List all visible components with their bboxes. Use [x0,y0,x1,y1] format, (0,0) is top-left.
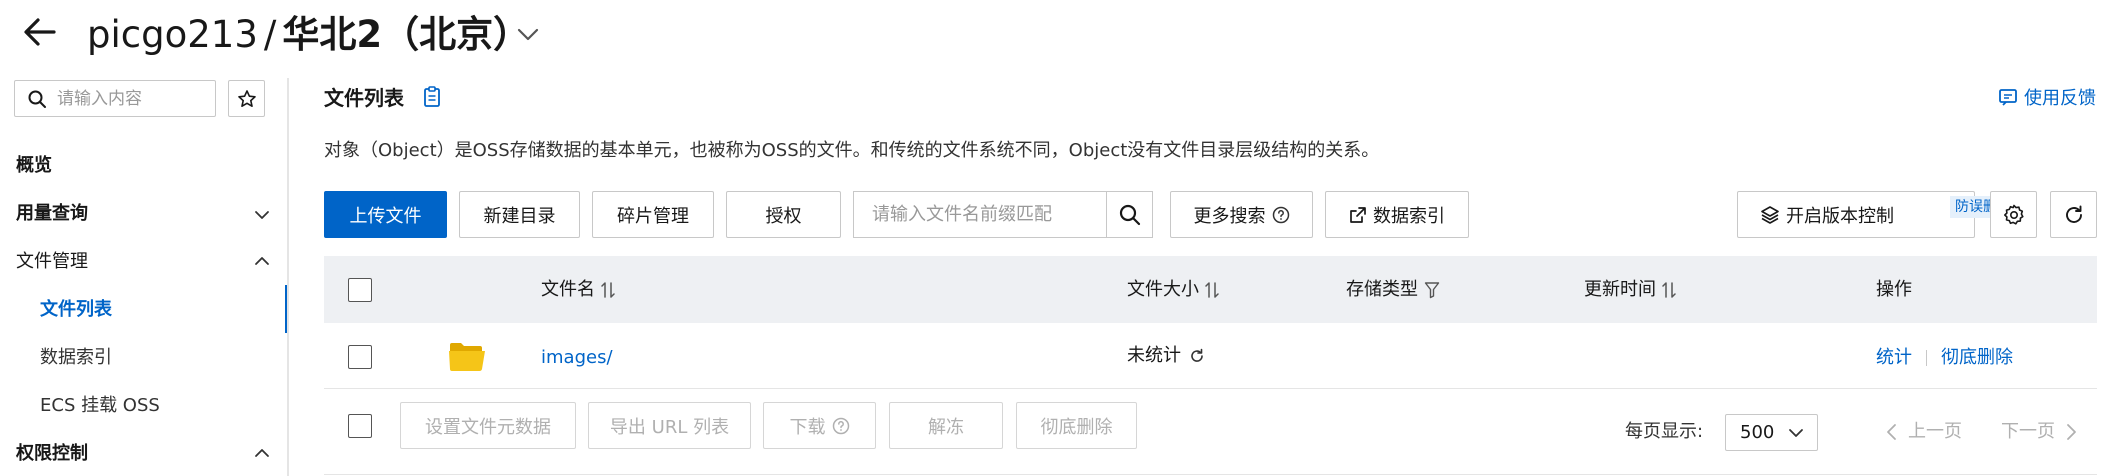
sidebar-item-ecs-mount[interactable]: ECS 挂载 OSS [40,393,160,419]
external-link-icon [1350,206,1366,223]
per-page-select[interactable]: 500 [1725,414,1818,451]
column-label: 文件大小 [1127,279,1199,300]
export-urls-button[interactable]: 导出 URL 列表 [588,402,751,449]
column-label: 存储类型 [1346,279,1418,300]
more-search-button[interactable]: 更多搜索 [1170,191,1313,238]
chevron-down-icon [1789,428,1803,437]
chevron-up-icon[interactable] [252,443,272,463]
table-bottom-border [324,474,2097,475]
bucket-switch-chevron-icon[interactable] [514,20,542,48]
layers-icon [1761,205,1779,224]
bucket-region: 华北2（北京） [282,13,531,56]
prefix-search-button[interactable] [1106,191,1153,238]
gear-icon [2003,204,2024,225]
star-icon [237,89,256,107]
per-page-label: 每页显示: [1625,421,1704,442]
column-header-storage-class[interactable]: 存储类型 [1346,278,1440,302]
sidebar-item-access-control[interactable]: 权限控制 [16,441,88,467]
data-index-button[interactable]: 数据索引 [1325,191,1469,238]
sidebar-search[interactable] [14,80,216,117]
sidebar-search-input[interactable] [57,88,207,109]
search-icon [1119,204,1140,225]
bulk-select-checkbox[interactable] [348,414,372,438]
page-title: picgo213/华北2（北京） [87,10,530,60]
prefix-search-input[interactable] [872,204,1092,225]
set-metadata-button[interactable]: 设置文件元数据 [400,402,576,449]
chevron-down-icon[interactable] [252,205,272,225]
download-label: 下载 [789,416,826,438]
clipboard-icon[interactable] [422,86,442,108]
enable-versioning-label: 开启版本控制 [1786,205,1894,227]
sidebar-item-overview[interactable]: 概览 [16,153,52,179]
title-separator: / [263,13,277,56]
sidebar-item-file-list[interactable]: 文件列表 [40,297,112,323]
row-divider [324,388,2097,389]
column-header-size[interactable]: 文件大小 [1127,278,1219,302]
sidebar-item-usage[interactable]: 用量查询 [16,201,88,227]
data-index-label: 数据索引 [1373,205,1445,227]
more-search-label: 更多搜索 [1193,205,1266,227]
sort-icon [1205,282,1219,298]
row-checkbox[interactable] [348,345,372,369]
search-icon [28,90,46,108]
filter-icon [1424,282,1440,299]
prev-page-label: 上一页 [1908,421,1962,442]
column-label: 文件名 [541,279,595,300]
next-page-button[interactable]: 下一页 [2001,420,2077,444]
action-separator [1926,350,1927,366]
sidebar-divider [287,78,289,476]
fragment-management-button[interactable]: 碎片管理 [592,191,714,238]
next-page-label: 下一页 [2001,421,2055,442]
sidebar-item-data-index[interactable]: 数据索引 [40,345,112,371]
folder-icon [449,343,485,371]
size-value: 未统计 [1127,345,1181,366]
new-directory-button[interactable]: 新建目录 [459,191,580,238]
settings-button[interactable] [1990,191,2037,238]
column-header-filename[interactable]: 文件名 [541,278,615,302]
feedback-link[interactable]: 使用反馈 [1998,84,2096,110]
enable-versioning-button[interactable]: 开启版本控制 [1737,191,1975,238]
select-all-checkbox[interactable] [348,278,372,302]
chevron-left-icon [1887,424,1896,440]
object-size: 未统计 [1127,344,1205,368]
chevron-right-icon [2067,424,2076,440]
prefix-search-field[interactable] [853,191,1106,238]
refresh-button[interactable] [2050,191,2097,238]
prev-page-button[interactable]: 上一页 [1886,420,1962,444]
unfreeze-button[interactable]: 解冻 [889,402,1003,449]
sort-icon [601,282,615,298]
authorize-button[interactable]: 授权 [726,191,841,238]
column-header-actions: 操作 [1876,279,1912,300]
download-button[interactable]: 下载 [763,402,876,449]
section-title: 文件列表 [324,86,404,110]
column-header-updated[interactable]: 更新时间 [1584,278,1676,302]
column-label: 更新时间 [1584,279,1656,300]
sidebar-item-file-management[interactable]: 文件管理 [16,249,88,275]
favorite-button[interactable] [228,80,265,117]
sort-icon [1662,282,1676,298]
refresh-icon[interactable] [1189,348,1205,364]
chevron-up-icon[interactable] [252,251,272,271]
calculate-size-link[interactable]: 统计 [1876,346,1912,370]
object-name-link[interactable]: images/ [541,346,613,370]
refresh-icon [2065,205,2082,223]
bulk-delete-button[interactable]: 彻底删除 [1016,402,1137,449]
help-icon [1272,206,1289,223]
help-icon [832,417,849,434]
delete-permanently-link[interactable]: 彻底删除 [1941,346,2013,370]
feedback-label: 使用反馈 [2024,88,2096,109]
back-arrow-icon[interactable] [18,10,62,54]
upload-file-button[interactable]: 上传文件 [324,191,447,238]
bucket-name: picgo213 [87,13,258,56]
page-description: 对象（Object）是OSS存储数据的基本单元，也被称为OSS的文件。和传统的文… [324,140,1380,161]
feedback-icon [1999,89,2017,106]
per-page-value: 500 [1740,422,1775,443]
